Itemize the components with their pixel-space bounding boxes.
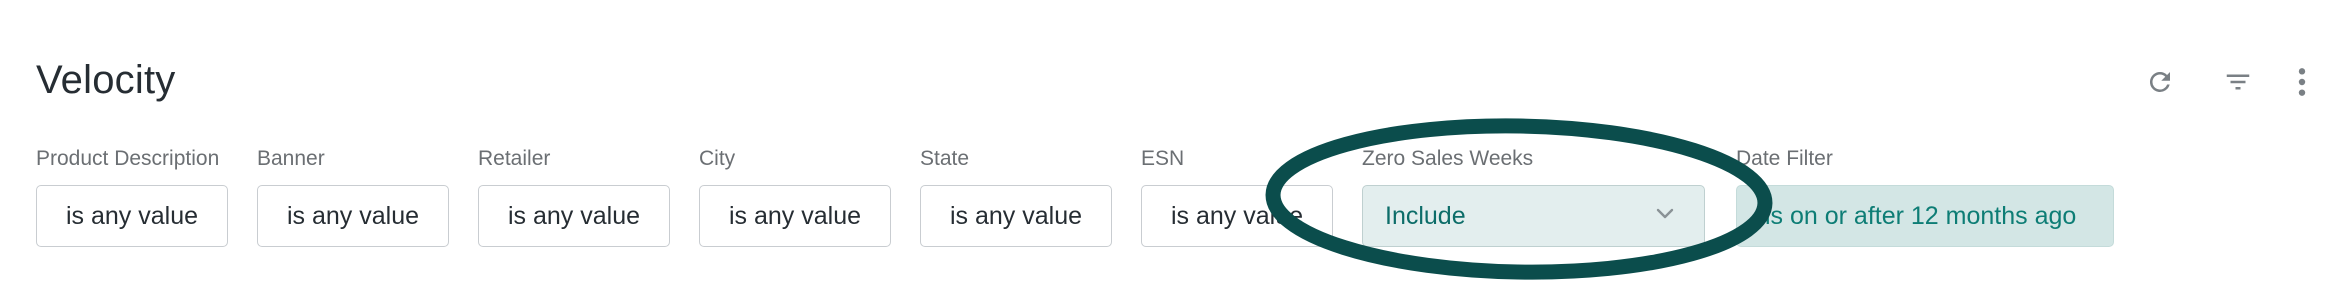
page-title: Velocity bbox=[36, 58, 176, 102]
filter-label: Banner bbox=[257, 147, 325, 170]
filter-label: Zero Sales Weeks bbox=[1362, 147, 1534, 170]
zero-sales-weeks-select[interactable]: Include bbox=[1362, 185, 1705, 247]
more-vert-icon[interactable] bbox=[2284, 64, 2320, 100]
filter-value-button[interactable]: is any value bbox=[257, 185, 449, 247]
filter-label: Product Description bbox=[36, 147, 220, 170]
filter-value-button[interactable]: is any value bbox=[1141, 185, 1333, 247]
select-value: Include bbox=[1385, 201, 1466, 230]
filter-value-button[interactable]: is any value bbox=[36, 185, 228, 247]
filter-value-button[interactable]: is any value bbox=[920, 185, 1112, 247]
chevron-down-icon bbox=[1656, 208, 1674, 219]
filter-label: Date Filter bbox=[1736, 147, 1833, 170]
filter-value-button[interactable]: is any value bbox=[699, 185, 891, 247]
filter-label: City bbox=[699, 147, 736, 170]
filter-value-button[interactable]: is any value bbox=[478, 185, 670, 247]
filter-value-button[interactable]: is on or after 12 months ago bbox=[1736, 185, 2114, 247]
dashboard-header: Velocity Product Description is any valu… bbox=[0, 0, 2342, 286]
refresh-icon[interactable] bbox=[2142, 64, 2178, 100]
filter-label: ESN bbox=[1141, 147, 1185, 170]
filter-icon[interactable] bbox=[2220, 64, 2256, 100]
filter-label: Retailer bbox=[478, 147, 551, 170]
filter-label: State bbox=[920, 147, 970, 170]
